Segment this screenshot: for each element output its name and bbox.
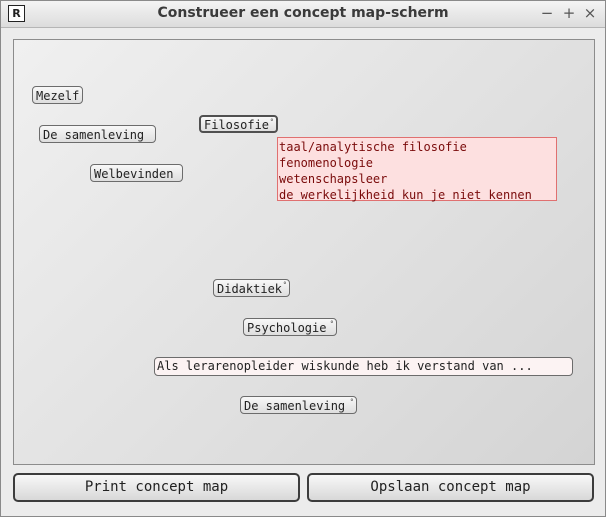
app-window: R Construeer een concept map-scherm − + …: [0, 0, 606, 517]
maximize-button[interactable]: +: [560, 4, 578, 22]
save-concept-map-button[interactable]: Opslaan concept map: [307, 473, 594, 502]
expand-handle-icon[interactable]: °: [270, 119, 274, 126]
concept-filosofie[interactable]: Filosofie °: [199, 115, 278, 133]
concept-de-samenleving-top[interactable]: De samenleving: [39, 125, 156, 143]
prompt-text: Als lerarenopleider wiskunde heb ik vers…: [157, 359, 533, 373]
concept-label: De samenleving: [244, 399, 346, 413]
expand-handle-icon[interactable]: °: [350, 399, 354, 406]
concept-label: Psychologie: [247, 321, 327, 335]
concept-label: De samenleving: [43, 128, 145, 142]
concept-didaktiek[interactable]: Didaktiek °: [213, 279, 290, 297]
concept-label: Mezelf: [36, 89, 80, 103]
minimize-button[interactable]: −: [538, 4, 556, 22]
window-title: Construeer een concept map-scherm: [157, 5, 449, 21]
concept-de-samenleving-bottom[interactable]: De samenleving °: [240, 396, 357, 414]
filosofie-details-box[interactable]: taal/analytische filosofie fenomenologie…: [277, 137, 557, 202]
expand-handle-icon[interactable]: °: [283, 282, 287, 289]
detail-line: wetenschapsleer: [279, 172, 388, 186]
concept-welbevinden[interactable]: Welbevinden: [90, 164, 183, 182]
detail-line: de werkelijkheid kun je niet kennen: [279, 188, 532, 202]
concept-map-canvas[interactable]: Mezelf De samenleving Filosofie ° Welbev…: [13, 39, 595, 465]
concept-mezelf[interactable]: Mezelf: [32, 86, 84, 104]
concept-label: Didaktiek: [217, 282, 283, 296]
expand-handle-icon[interactable]: °: [330, 321, 334, 328]
print-concept-map-button[interactable]: Print concept map: [13, 473, 300, 502]
close-button[interactable]: ×: [581, 4, 599, 22]
detail-line: taal/analytische filosofie: [279, 140, 467, 154]
title-bar: R Construeer een concept map-scherm − + …: [1, 1, 605, 28]
concept-label: Welbevinden: [94, 167, 174, 181]
concept-psychologie[interactable]: Psychologie °: [243, 318, 337, 336]
concept-label: Filosofie: [204, 118, 270, 132]
prompt-input[interactable]: Als lerarenopleider wiskunde heb ik vers…: [154, 357, 573, 376]
detail-line: fenomenologie: [279, 156, 373, 170]
